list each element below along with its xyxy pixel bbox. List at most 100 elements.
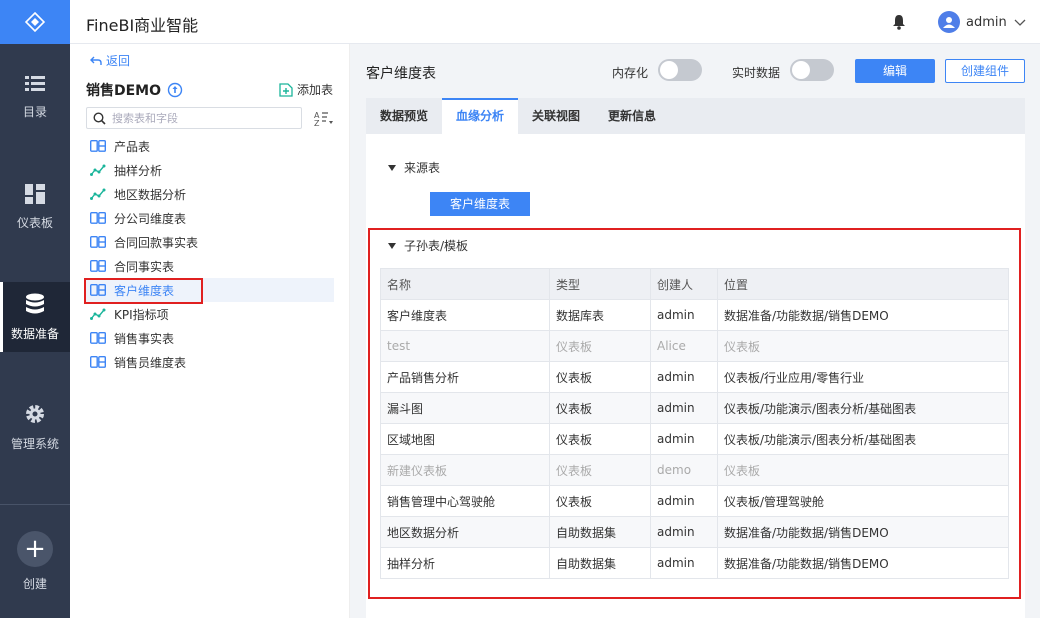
table-list-item[interactable]: 销售员维度表 (84, 350, 334, 374)
nav-label-data-prep: 数据准备 (10, 326, 59, 341)
create-button[interactable]: + 创建 (0, 504, 70, 618)
table-list-item[interactable]: 分公司维度表 (84, 206, 334, 230)
dashboard-icon (25, 183, 45, 204)
table-cell: 仪表板 (549, 361, 651, 393)
sort-icon[interactable]: AZ (314, 110, 334, 129)
list-icon (25, 75, 45, 93)
table-list-label: 抽样分析 (114, 163, 163, 178)
table-cell: admin (650, 361, 718, 393)
tab-update-info[interactable]: 更新信息 (594, 98, 670, 134)
svg-text:Z: Z (314, 119, 320, 126)
table-list-label: 产品表 (114, 139, 151, 154)
table-row[interactable]: 客户维度表 数据库表 admin 数据准备/功能数据/销售DEMO (380, 299, 1009, 331)
table-cell: 数据准备/功能数据/销售DEMO (717, 516, 1009, 548)
table-row[interactable]: 地区数据分析 自助数据集 admin 数据准备/功能数据/销售DEMO (380, 516, 1009, 548)
memory-toggle[interactable] (658, 59, 702, 81)
analysis-table-icon (90, 164, 106, 176)
table-list-item[interactable]: 合同回款事实表 (84, 230, 334, 254)
child-section-toggle[interactable]: 子孙表/模板 (388, 237, 468, 254)
table-row[interactable]: 漏斗图 仪表板 admin 仪表板/功能演示/图表分析/基础图表 (380, 392, 1009, 424)
table-list-label: 分公司维度表 (114, 211, 187, 226)
plus-icon: + (17, 531, 53, 567)
tab-lineage[interactable]: 血缘分析 (442, 98, 519, 134)
table-cell: 仪表板/行业应用/零售行业 (717, 361, 1009, 393)
nav-label-admin: 管理系统 (10, 436, 59, 451)
side-nav: 目录 仪表板 数据准备 管理系统 + 创建 (0, 0, 70, 618)
create-component-button[interactable]: 创建组件 (945, 59, 1025, 83)
table-cell: 地区数据分析 (380, 516, 550, 548)
table-list-item[interactable]: 地区数据分析 (84, 182, 334, 206)
table-list: 产品表 抽样分析 地区数据分析 分公司维度表 合同回款事实表 合同事实表 客户维度表 KPI指… (84, 134, 334, 374)
tab-relation-view[interactable]: 关联视图 (518, 98, 594, 134)
table-cell: admin (650, 485, 718, 517)
nav-item-dashboard[interactable]: 仪表板 (0, 172, 70, 242)
table-row[interactable]: 新建仪表板 仪表板 demo 仪表板 (380, 454, 1009, 486)
table-cell: 仪表板 (549, 485, 651, 517)
nav-item-admin[interactable]: 管理系统 (0, 392, 70, 462)
back-label: 返回 (106, 54, 131, 68)
logo-icon (25, 12, 45, 32)
table-row[interactable]: 产品销售分析 仪表板 admin 仪表板/行业应用/零售行业 (380, 361, 1009, 393)
top-bar: FineBI商业智能 admin (70, 0, 1040, 44)
table-list-item[interactable]: 抽样分析 (84, 158, 334, 182)
table-cell: 新建仪表板 (380, 454, 550, 486)
tab-bar: 数据预览 血缘分析 关联视图 更新信息 (366, 98, 1025, 134)
table-row[interactable]: test 仪表板 Alice 仪表板 (380, 330, 1009, 362)
table-row[interactable]: 销售管理中心驾驶舱 仪表板 admin 仪表板/管理驾驶舱 (380, 485, 1009, 517)
nav-item-data-prep[interactable]: 数据准备 (0, 282, 70, 352)
search-box[interactable] (86, 107, 302, 129)
nav-label-dashboard: 仪表板 (16, 215, 53, 230)
bell-icon[interactable] (892, 14, 906, 33)
nav-item-catalog[interactable]: 目录 (0, 62, 70, 132)
add-table-label: 添加表 (297, 83, 334, 97)
gear-icon (24, 403, 46, 425)
table-list-label: 销售事实表 (114, 331, 175, 346)
tab-data-preview[interactable]: 数据预览 (366, 98, 442, 134)
caret-down-icon (388, 242, 396, 249)
search-input[interactable] (112, 111, 292, 125)
table-list-item[interactable]: KPI指标项 (84, 302, 334, 326)
table-list-item[interactable]: 销售事实表 (84, 326, 334, 350)
child-table: 名称 类型 创建人 位置 客户维度表 数据库表 admin 数据准备/功能数据/销售D… (380, 268, 1009, 579)
table-row[interactable]: 区域地图 仪表板 admin 仪表板/功能演示/图表分析/基础图表 (380, 423, 1009, 455)
lineage-panel: 来源表 客户维度表 子孙表/模板 名称 类型 创建人 位置 客户维度表 数据库表 a… (366, 134, 1025, 618)
column-header: 类型 (549, 268, 651, 300)
table-cell: 仪表板 (549, 423, 651, 455)
table-cell: admin (650, 299, 718, 331)
username: admin (966, 14, 1007, 30)
db-table-icon (90, 212, 106, 224)
column-header: 名称 (380, 268, 550, 300)
source-section-label: 来源表 (404, 161, 441, 175)
user-menu[interactable]: admin (938, 11, 1027, 33)
database-icon (25, 293, 45, 315)
memory-label: 内存化 (612, 66, 649, 80)
table-list-item[interactable]: 产品表 (84, 134, 334, 158)
table-cell: test (380, 330, 550, 362)
db-table-icon (90, 236, 106, 248)
table-cell: 产品销售分析 (380, 361, 550, 393)
column-header: 创建人 (650, 268, 718, 300)
table-list-label: 销售员维度表 (114, 355, 187, 370)
back-arrow-icon (90, 56, 102, 65)
table-cell: 仪表板 (549, 330, 651, 362)
table-cell: 区域地图 (380, 423, 550, 455)
table-cell: 自助数据集 (549, 516, 651, 548)
db-table-icon (90, 356, 106, 368)
table-list-item[interactable]: 合同事实表 (84, 254, 334, 278)
refresh-icon[interactable] (167, 82, 183, 98)
nav-label-catalog: 目录 (22, 104, 47, 119)
source-table-node[interactable]: 客户维度表 (430, 192, 530, 216)
table-cell: admin (650, 392, 718, 424)
logo[interactable] (0, 0, 70, 44)
add-table-button[interactable]: 添加表 (279, 81, 333, 98)
realtime-toggle[interactable] (790, 59, 834, 81)
edit-button[interactable]: 编辑 (855, 59, 935, 83)
back-link[interactable]: 返回 (90, 52, 130, 69)
table-cell: 仪表板/管理驾驶舱 (717, 485, 1009, 517)
source-section-toggle[interactable]: 来源表 (388, 159, 440, 176)
column-header: 位置 (717, 268, 1009, 300)
analysis-table-icon (90, 188, 106, 200)
table-list-label: 地区数据分析 (114, 187, 187, 202)
table-cell: 仪表板 (549, 454, 651, 486)
table-row[interactable]: 抽样分析 自助数据集 admin 数据准备/功能数据/销售DEMO (380, 547, 1009, 579)
